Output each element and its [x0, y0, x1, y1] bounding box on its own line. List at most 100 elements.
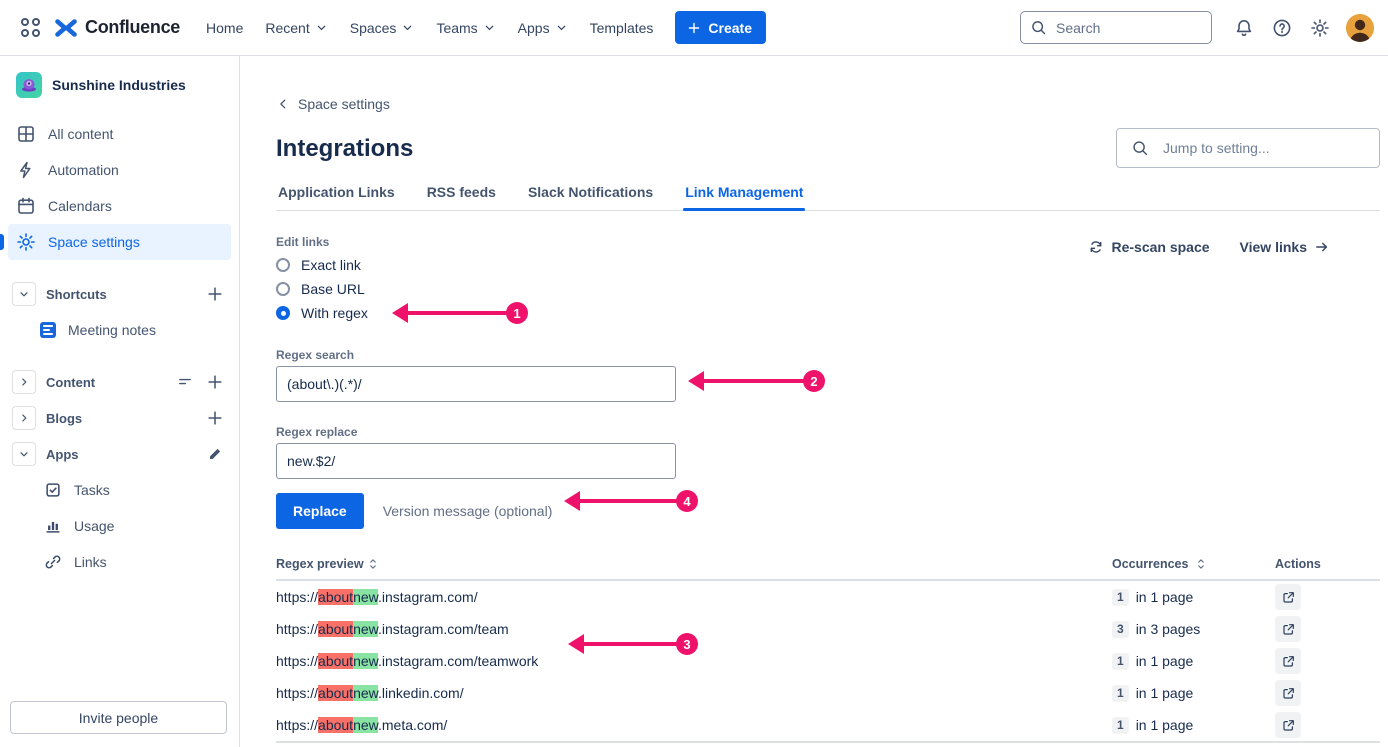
regex-preview-url: https://aboutnew.meta.com/	[276, 717, 1112, 733]
table-header: Regex preview Occurrences Actions	[276, 557, 1380, 581]
sidebar-item-tasks[interactable]: Tasks	[8, 472, 231, 508]
collapse-apps-button[interactable]	[12, 442, 36, 466]
tab-slack-notifications[interactable]: Slack Notifications	[526, 184, 655, 210]
open-link-button[interactable]	[1275, 712, 1301, 738]
table-row: https://aboutnew.meta.com/ 1 in 1 page	[276, 709, 1380, 741]
collapse-shortcuts-button[interactable]	[12, 282, 36, 306]
chevron-down-icon	[315, 21, 328, 34]
sidebar-item-usage[interactable]: Usage	[8, 508, 231, 544]
added-text-highlight: new	[353, 621, 378, 637]
external-link-icon	[1281, 590, 1296, 605]
sidebar-item-calendars[interactable]: Calendars	[8, 188, 231, 224]
annotation-arrow-2: 2	[688, 370, 825, 392]
open-link-button[interactable]	[1275, 648, 1301, 674]
space-header[interactable]: Sunshine Industries	[8, 70, 231, 100]
nav-teams[interactable]: Teams	[426, 13, 505, 43]
radio-icon	[276, 258, 290, 272]
settings-button[interactable]	[1304, 12, 1336, 44]
table-row: https://aboutnew.linkedin.com/ 1 in 1 pa…	[276, 677, 1380, 709]
occurrences-cell: 1 in 1 page	[1112, 717, 1275, 734]
regex-replace-label: Regex replace	[276, 425, 1380, 439]
radio-base-url[interactable]: Base URL	[276, 277, 365, 301]
notifications-button[interactable]	[1228, 12, 1260, 44]
edit-apps-button[interactable]	[203, 442, 227, 466]
sidebar-item-automation[interactable]: Automation	[8, 152, 231, 188]
jump-to-setting-search[interactable]	[1116, 128, 1380, 168]
annotation-arrow-1: 1	[392, 302, 528, 324]
external-link-icon	[1281, 718, 1296, 733]
task-icon	[44, 481, 62, 499]
added-text-highlight: new	[353, 653, 378, 669]
rescan-space-button[interactable]: Re-scan space	[1088, 239, 1209, 255]
shortcuts-section-header: Shortcuts	[8, 276, 231, 312]
space-sidebar: Sunshine Industries All content Automati…	[0, 56, 240, 747]
sidebar-item-space-settings[interactable]: Space settings	[8, 224, 231, 260]
open-link-button[interactable]	[1275, 616, 1301, 642]
nav-recent[interactable]: Recent	[255, 13, 337, 43]
add-shortcut-button[interactable]	[203, 282, 227, 306]
header-occurrences[interactable]: Occurrences	[1112, 557, 1275, 571]
shortcuts-label: Shortcuts	[46, 287, 193, 302]
external-link-icon	[1281, 622, 1296, 637]
actions-cell	[1275, 616, 1380, 642]
nav-home[interactable]: Home	[196, 13, 253, 43]
global-search[interactable]	[1020, 11, 1212, 44]
global-search-input[interactable]	[1054, 19, 1202, 37]
removed-text-highlight: about	[318, 621, 353, 637]
expand-blogs-button[interactable]	[12, 406, 36, 430]
plus-icon	[206, 285, 224, 303]
expand-content-button[interactable]	[12, 370, 36, 394]
sidebar-item-links[interactable]: Links	[8, 544, 231, 580]
filter-content-button[interactable]	[173, 370, 197, 394]
bell-icon	[1234, 18, 1254, 38]
regex-preview-url: https://aboutnew.instagram.com/teamwork	[276, 653, 1112, 669]
user-avatar[interactable]	[1346, 14, 1374, 42]
tab-link-management[interactable]: Link Management	[683, 184, 805, 210]
app-switcher-button[interactable]	[14, 12, 46, 44]
nav-templates[interactable]: Templates	[580, 13, 664, 43]
regex-replace-input[interactable]	[276, 443, 676, 479]
header-regex-preview[interactable]: Regex preview	[276, 557, 1112, 571]
nav-apps[interactable]: Apps	[508, 13, 578, 43]
occurrences-cell: 1 in 1 page	[1112, 653, 1275, 670]
sidebar-item-meeting-notes[interactable]: Meeting notes	[8, 312, 231, 348]
version-message-link[interactable]: Version message (optional)	[383, 503, 553, 519]
sidebar-item-all-content[interactable]: All content	[8, 116, 231, 152]
radio-with-regex[interactable]: With regex	[276, 301, 368, 325]
add-content-button[interactable]	[203, 370, 227, 394]
confluence-logo-icon	[54, 16, 78, 40]
lightning-icon	[16, 160, 36, 180]
view-links-link[interactable]: View links	[1240, 239, 1330, 255]
open-link-button[interactable]	[1275, 680, 1301, 706]
nav-spaces[interactable]: Spaces	[340, 13, 425, 43]
create-button[interactable]: Create	[675, 11, 766, 44]
annotation-badge: 2	[803, 370, 825, 392]
breadcrumb[interactable]: Space settings	[276, 94, 390, 114]
confluence-logo[interactable]: Confluence	[54, 16, 180, 40]
replace-button[interactable]: Replace	[276, 493, 364, 529]
help-button[interactable]	[1266, 12, 1298, 44]
added-text-highlight: new	[353, 717, 378, 733]
add-blog-button[interactable]	[203, 406, 227, 430]
main-content: Space settings Integrations Application …	[240, 56, 1388, 747]
tab-rss-feeds[interactable]: RSS feeds	[425, 184, 498, 210]
occurrence-count-badge: 3	[1112, 621, 1129, 638]
apps-section-header: Apps	[8, 436, 231, 472]
page-icon	[40, 322, 56, 338]
question-icon	[1272, 18, 1292, 38]
regex-search-input[interactable]	[276, 366, 676, 402]
jump-to-setting-input[interactable]	[1161, 139, 1365, 157]
regex-preview-table: Regex preview Occurrences Actions https:…	[276, 557, 1380, 743]
radio-exact-link[interactable]: Exact link	[276, 253, 361, 277]
radio-checked-icon	[276, 306, 290, 320]
open-link-button[interactable]	[1275, 584, 1301, 610]
app-switcher-icon	[21, 18, 40, 37]
tab-application-links[interactable]: Application Links	[276, 184, 397, 210]
occurrence-count-badge: 1	[1112, 717, 1129, 734]
occurrences-cell: 1 in 1 page	[1112, 589, 1275, 606]
blogs-label: Blogs	[46, 411, 193, 426]
chevron-down-icon	[18, 448, 30, 460]
invite-people-button[interactable]: Invite people	[10, 701, 227, 734]
chevron-down-icon	[18, 288, 30, 300]
annotation-badge: 1	[506, 302, 528, 324]
